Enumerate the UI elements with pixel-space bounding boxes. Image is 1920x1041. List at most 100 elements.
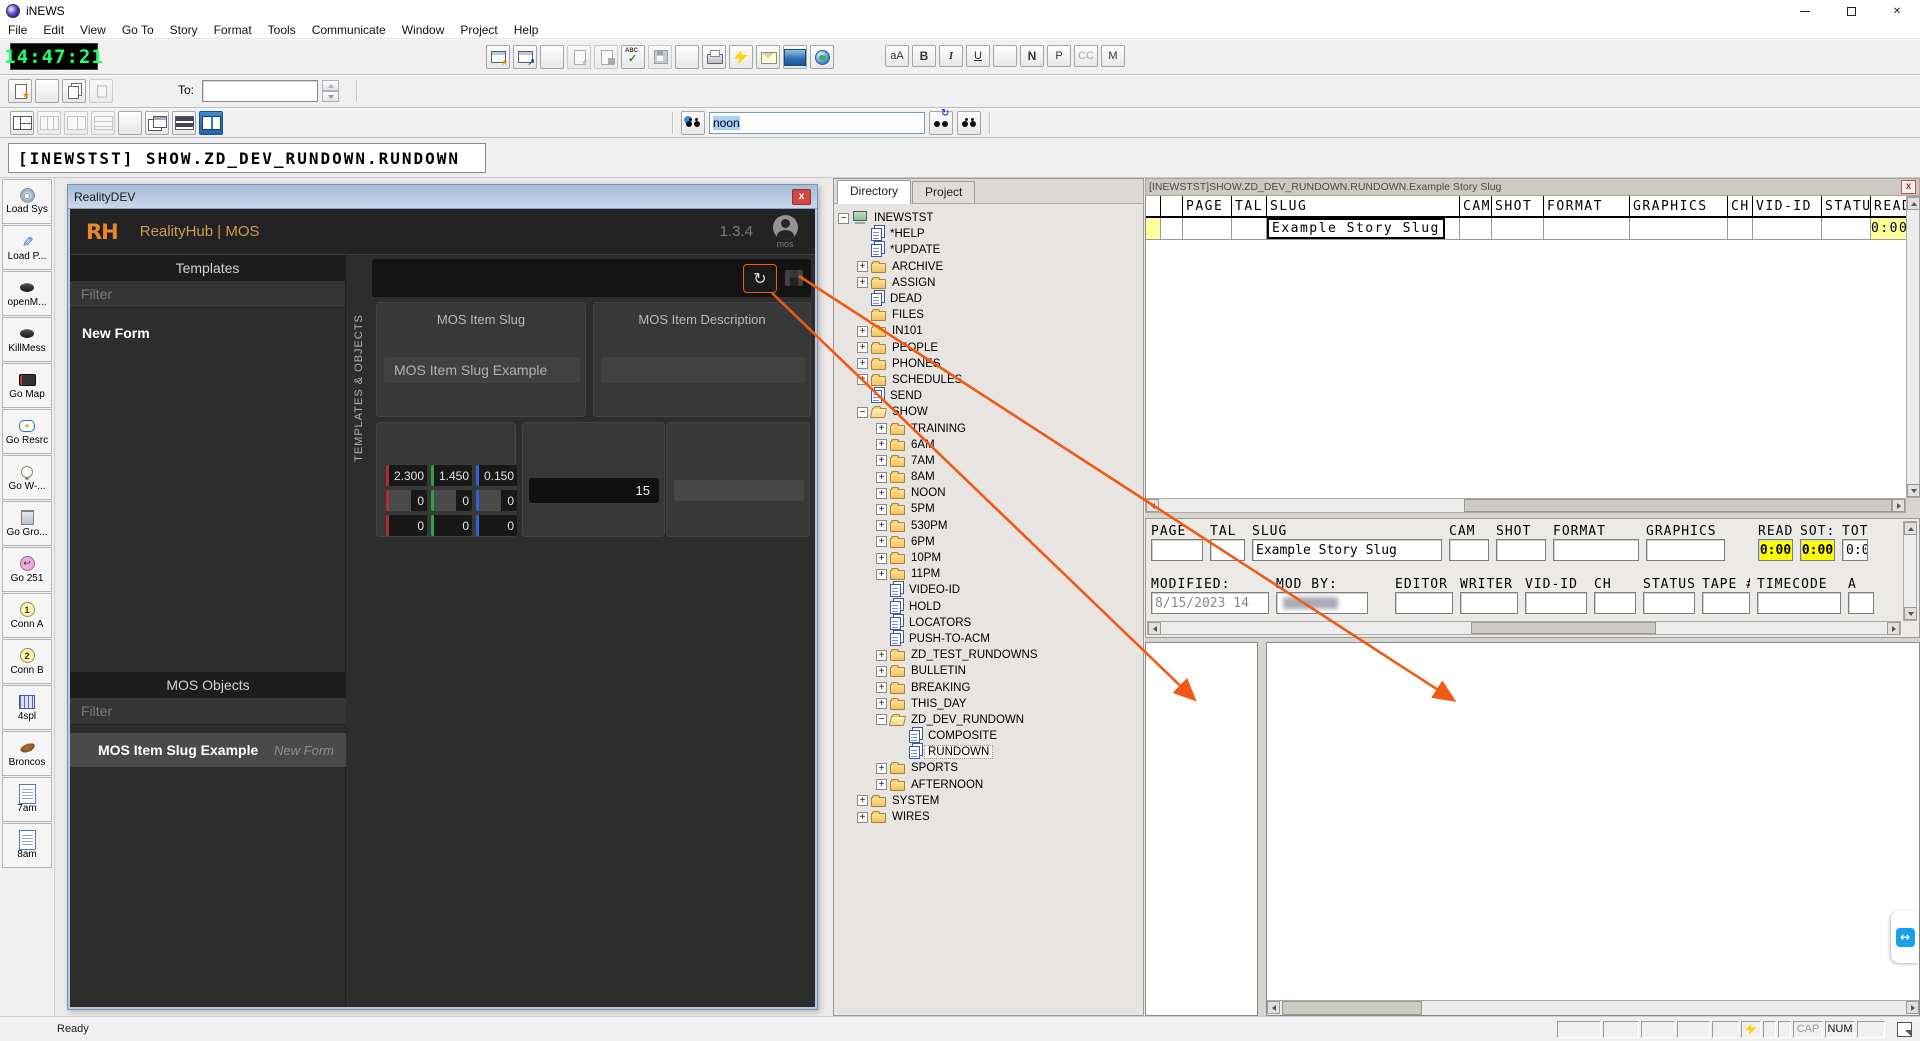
extra-input[interactable] — [674, 480, 804, 501]
rgb-value-field[interactable]: 0 — [386, 515, 427, 536]
form-field-input[interactable] — [1702, 592, 1750, 614]
tree-toggle[interactable]: + — [876, 569, 887, 580]
grid-column-header[interactable] — [1161, 196, 1183, 216]
grid-cell[interactable] — [1544, 218, 1630, 239]
form-field-input[interactable] — [1460, 592, 1518, 614]
form-field-input[interactable] — [1151, 539, 1203, 561]
mos-object-item[interactable]: MOS Item Slug ExampleNew Form — [70, 733, 346, 767]
toolbar-button[interactable] — [37, 111, 61, 135]
toolbar-button[interactable] — [62, 79, 86, 103]
grid-column-header[interactable]: SLUG — [1267, 196, 1460, 216]
rundown-close-button[interactable]: x — [1901, 180, 1916, 194]
toolbar-button[interactable] — [783, 45, 807, 69]
toolbar-button[interactable] — [621, 45, 645, 69]
tree-toggle[interactable]: + — [876, 488, 887, 499]
tree-toggle[interactable]: + — [857, 261, 868, 272]
tree-item[interactable]: +PHONES — [838, 356, 1143, 372]
grid-column-header[interactable]: PAGE — [1183, 196, 1232, 216]
tree-item[interactable]: DEAD — [838, 291, 1143, 307]
menu-item[interactable]: Window — [394, 23, 453, 37]
toolbar-button[interactable] — [145, 111, 169, 135]
toolbar-button[interactable] — [199, 111, 223, 135]
form-field-input[interactable]: 0:00 — [1758, 539, 1793, 561]
form-field-input[interactable] — [1525, 592, 1587, 614]
toolbar-button[interactable] — [594, 45, 618, 69]
menu-item[interactable]: Edit — [35, 23, 72, 37]
tree-toggle[interactable]: + — [876, 779, 887, 790]
page-corner-icon[interactable] — [1897, 1022, 1912, 1037]
grid-column-header[interactable]: SHOT — [1492, 196, 1544, 216]
toolbar-button[interactable] — [10, 111, 34, 135]
grid-vertical-scrollbar[interactable] — [1906, 196, 1920, 498]
toolbar-button[interactable] — [675, 45, 699, 69]
tree-item[interactable]: +NOON — [838, 485, 1143, 501]
tree-item[interactable]: +SPORTS — [838, 760, 1143, 776]
format-button-u[interactable]: U — [966, 45, 990, 67]
mos-objects-filter-input[interactable]: Filter — [70, 698, 346, 725]
menu-item[interactable]: View — [72, 23, 114, 37]
format-button-aa[interactable]: aA — [885, 45, 909, 67]
tree-toggle[interactable]: + — [857, 374, 868, 385]
form-field-input[interactable] — [1848, 592, 1874, 614]
grid-column-header[interactable]: TAL — [1232, 196, 1267, 216]
form-field-input[interactable] — [1757, 592, 1841, 614]
grid-cell[interactable] — [1492, 218, 1544, 239]
toolbar-button[interactable] — [648, 45, 672, 69]
grid-column-header[interactable]: CAM — [1460, 196, 1492, 216]
templates-objects-side-tab[interactable]: TEMPLATES & OBJECTS — [347, 293, 370, 483]
toolbar-button[interactable] — [540, 45, 564, 69]
menu-item[interactable]: Tools — [260, 23, 304, 37]
grid-column-header[interactable]: CH — [1728, 196, 1753, 216]
sidebar-button[interactable]: 7am — [2, 777, 52, 822]
refresh-button[interactable]: ↻ — [743, 264, 777, 293]
toolbar-button[interactable] — [486, 45, 510, 69]
rundown-titlebar[interactable]: [INEWSTST]SHOW.ZD_DEV_RUNDOWN.RUNDOWN.Ex… — [1145, 178, 1920, 196]
format-button-i[interactable]: I — [939, 45, 963, 67]
toolbar-button[interactable] — [513, 45, 537, 69]
story-pane-left[interactable] — [1145, 642, 1258, 1016]
tree-item[interactable]: SEND — [838, 388, 1143, 404]
tree-toggle[interactable]: + — [876, 682, 887, 693]
rgb-value-field[interactable]: 0 — [476, 515, 517, 536]
form-vertical-scrollbar[interactable] — [1903, 521, 1917, 621]
tree-item[interactable]: +IN101 — [838, 323, 1143, 339]
rgb-value-field[interactable]: 0 — [386, 490, 427, 511]
grid-column-header[interactable]: VID-ID — [1753, 196, 1822, 216]
form-field-input[interactable] — [1646, 539, 1725, 561]
tree-item[interactable]: PUSH-TO-ACM — [838, 631, 1143, 647]
grid-cell[interactable] — [1630, 218, 1728, 239]
tree-toggle[interactable]: − — [876, 714, 887, 725]
rgb-value-field[interactable]: 1.450 — [431, 465, 472, 486]
toolbar-button[interactable] — [810, 45, 834, 69]
tree-item[interactable]: VIDEO-ID — [838, 582, 1143, 598]
maximize-button[interactable] — [1828, 0, 1874, 22]
form-field-input[interactable] — [1594, 592, 1636, 614]
tree-item[interactable]: +8AM — [838, 469, 1143, 485]
menu-item[interactable]: Go To — [114, 23, 162, 37]
rundown-grid[interactable]: PAGETALSLUGCAMSHOTFORMATGRAPHICSCHVID-ID… — [1145, 196, 1906, 498]
grid-column-header[interactable]: STATU — [1822, 196, 1871, 216]
tree-toggle[interactable]: + — [857, 358, 868, 369]
to-input[interactable] — [202, 80, 318, 102]
sidebar-button[interactable]: Go Gro... — [2, 501, 52, 546]
grid-column-header[interactable]: FORMAT — [1544, 196, 1630, 216]
form-field-input[interactable]: Example Story Slug — [1252, 539, 1442, 561]
form-field-input[interactable] — [1276, 592, 1368, 614]
grid-cell[interactable] — [1146, 218, 1161, 239]
tree-toggle[interactable]: + — [876, 455, 887, 466]
tree-item[interactable]: +7AM — [838, 453, 1143, 469]
tree-item[interactable]: +WIRES — [838, 809, 1143, 825]
toolbar-button[interactable] — [89, 79, 113, 103]
tree-item[interactable]: +AFTERNOON — [838, 777, 1143, 793]
save-icon[interactable] — [785, 270, 803, 286]
toolbar-button[interactable] — [91, 111, 115, 135]
tree-item[interactable]: +SCHEDULES — [838, 372, 1143, 388]
toolbar-button[interactable] — [702, 45, 726, 69]
rgb-value-field[interactable]: 0 — [476, 490, 517, 511]
form-field-input[interactable] — [1449, 539, 1489, 561]
grid-cell[interactable] — [1161, 218, 1183, 239]
tree-item[interactable]: FILES — [838, 307, 1143, 323]
toolbar-button[interactable] — [8, 79, 32, 103]
form-field-input[interactable] — [1553, 539, 1639, 561]
sidebar-button[interactable]: 8am — [2, 823, 52, 868]
